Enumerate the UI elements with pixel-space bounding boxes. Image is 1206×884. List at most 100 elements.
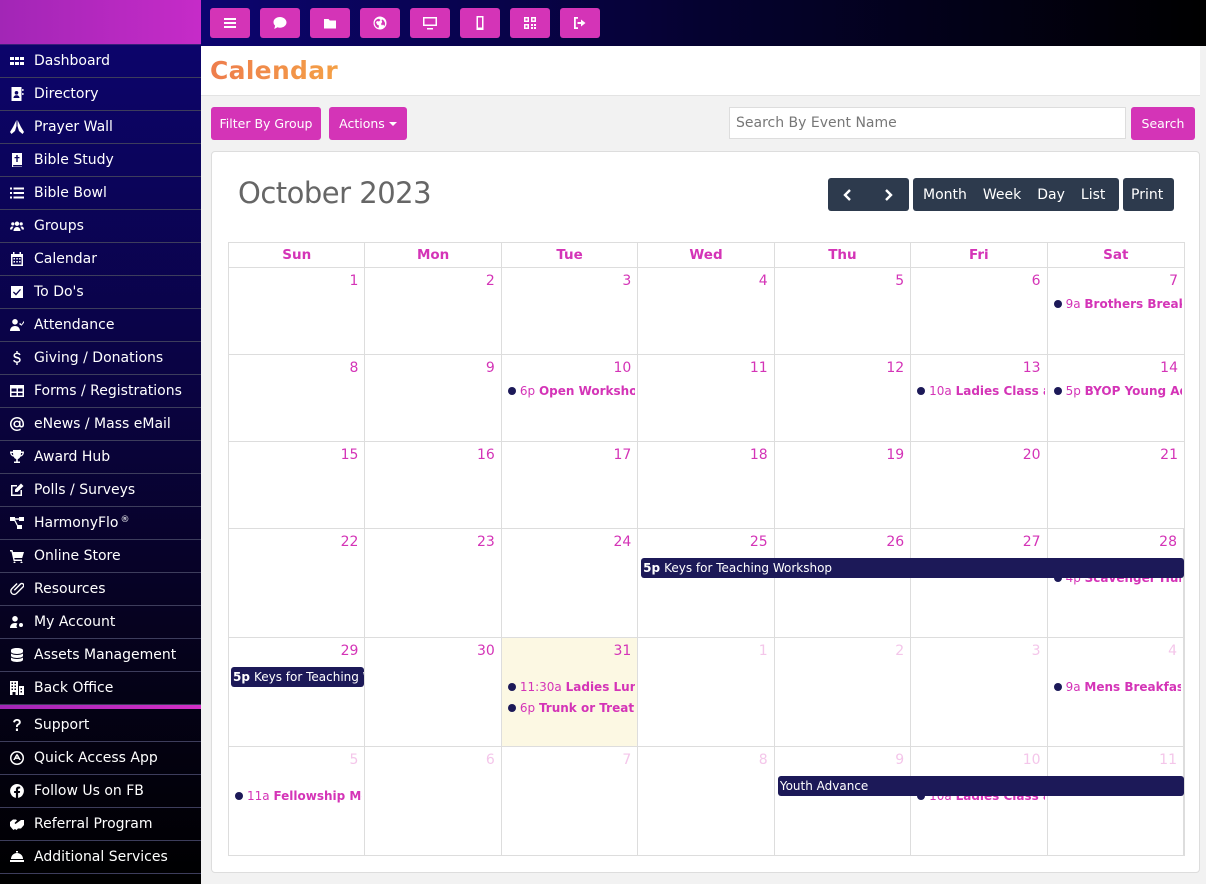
day-cell[interactable]: 8	[638, 747, 775, 855]
calendar-event[interactable]: 9a Brothers Breakfast	[1053, 297, 1182, 311]
day-number[interactable]: 8	[759, 752, 768, 768]
day-cell-today[interactable]: 31 11:30a Ladies Luncheon 6p Trunk or Trea…	[501, 638, 639, 746]
day-number[interactable]: 4	[759, 273, 768, 289]
day-number[interactable]: 5	[895, 273, 904, 289]
calendar-event-bar[interactable]: 5pKeys for Teaching Workshop	[641, 558, 1184, 578]
day-cell[interactable]: 24	[502, 529, 639, 637]
day-cell[interactable]: 9	[365, 355, 502, 441]
day-number[interactable]: 22	[341, 534, 359, 550]
day-cell[interactable]: 21	[1048, 442, 1184, 528]
day-cell[interactable]: 27	[911, 529, 1048, 637]
day-number[interactable]: 14	[1160, 360, 1178, 376]
day-cell[interactable]: 2	[365, 268, 502, 354]
day-cell[interactable]: 20	[911, 442, 1048, 528]
chat-button[interactable]	[260, 8, 300, 38]
sidebar-item-online-store[interactable]: Online Store	[0, 540, 201, 573]
calendar-event[interactable]: 6p Open Workshop	[507, 384, 635, 398]
sidebar-item-polls-surveys[interactable]: Polls / Surveys	[0, 474, 201, 507]
day-cell[interactable]: 5 11a Fellowship Meeting	[229, 747, 366, 855]
sidebar-item-giving-donations[interactable]: Giving / Donations	[0, 342, 201, 375]
calendar-event[interactable]: 9a Mens Breakfast	[1053, 680, 1181, 694]
sidebar-item-award-hub[interactable]: Award Hub	[0, 441, 201, 474]
day-number[interactable]: 7	[622, 752, 631, 768]
day-number[interactable]: 20	[1023, 447, 1041, 463]
sidebar-item-resources[interactable]: Resources	[0, 573, 201, 606]
sidebar-item-bible-study[interactable]: Bible Study	[0, 144, 201, 177]
day-cell[interactable]: 11	[1048, 747, 1184, 855]
day-cell[interactable]: 13 10a Ladies Class at the	[911, 355, 1048, 441]
day-cell[interactable]: 12	[775, 355, 912, 441]
filter-by-group-button[interactable]: Filter By Group	[211, 107, 321, 140]
day-cell[interactable]: 5	[775, 268, 912, 354]
calendar-event[interactable]: 11:30a Ladies Luncheon	[507, 680, 635, 694]
sidebar-item-directory[interactable]: Directory	[0, 78, 201, 111]
day-number[interactable]: 9	[895, 752, 904, 768]
day-number[interactable]: 25	[750, 534, 768, 550]
day-number[interactable]: 11	[750, 360, 768, 376]
day-number[interactable]: 31	[613, 643, 631, 659]
day-number[interactable]: 18	[750, 447, 768, 463]
day-number[interactable]: 16	[477, 447, 495, 463]
day-number[interactable]: 15	[341, 447, 359, 463]
day-cell[interactable]: 6	[365, 747, 502, 855]
day-number[interactable]: 4	[1168, 643, 1177, 659]
day-cell[interactable]: 19	[775, 442, 912, 528]
day-number[interactable]: 3	[622, 273, 631, 289]
day-cell[interactable]: 3	[911, 638, 1048, 746]
day-number[interactable]: 27	[1023, 534, 1041, 550]
day-number[interactable]: 2	[895, 643, 904, 659]
day-cell[interactable]: 18	[638, 442, 775, 528]
day-number[interactable]: 7	[1169, 273, 1178, 289]
day-number[interactable]: 11	[1159, 752, 1177, 768]
calendar-event-bar[interactable]: Youth Advance	[777, 776, 1184, 796]
event-search-input[interactable]	[729, 107, 1126, 139]
day-number[interactable]: 6	[1032, 273, 1041, 289]
day-cell[interactable]: 17	[502, 442, 639, 528]
day-number[interactable]: 5	[350, 752, 359, 768]
sidebar-item-groups[interactable]: Groups	[0, 210, 201, 243]
day-number[interactable]: 10	[613, 360, 631, 376]
day-cell[interactable]: 3	[502, 268, 639, 354]
sidebar-item-additional-services[interactable]: Additional Services	[0, 841, 201, 874]
day-cell[interactable]: 7 9a Brothers Breakfast	[1048, 268, 1184, 354]
calendar-event-bar[interactable]: 5pKeys for Teaching Workshop	[231, 667, 364, 687]
day-cell[interactable]: 23	[365, 529, 502, 637]
day-cell[interactable]: 6	[911, 268, 1048, 354]
menu-button[interactable]	[210, 8, 250, 38]
sidebar-item-prayer-wall[interactable]: Prayer Wall	[0, 111, 201, 144]
print-button[interactable]: Print	[1123, 178, 1171, 211]
view-month-button[interactable]: Month	[915, 178, 975, 211]
day-cell[interactable]: 7	[502, 747, 639, 855]
day-cell[interactable]: 4 9a Mens Breakfast	[1048, 638, 1184, 746]
calendar-event[interactable]: 5p BYOP Young Adults	[1053, 384, 1182, 398]
day-number[interactable]: 29	[341, 643, 359, 659]
day-number[interactable]: 21	[1160, 447, 1178, 463]
web-button[interactable]	[360, 8, 400, 38]
sidebar-item-support[interactable]: Support	[0, 709, 201, 742]
day-cell[interactable]: 14 5p BYOP Young Adults	[1048, 355, 1184, 441]
day-cell[interactable]: 25	[638, 529, 775, 637]
mobile-button[interactable]	[460, 8, 500, 38]
files-button[interactable]	[310, 8, 350, 38]
sidebar-item-to-do-s[interactable]: To Do's	[0, 276, 201, 309]
day-number[interactable]: 9	[486, 360, 495, 376]
day-number[interactable]: 10	[1023, 752, 1041, 768]
day-number[interactable]: 1	[759, 643, 768, 659]
day-cell[interactable]: 16	[365, 442, 502, 528]
day-cell[interactable]: 1	[638, 638, 775, 746]
desktop-button[interactable]	[410, 8, 450, 38]
day-cell[interactable]: 22	[229, 529, 366, 637]
sidebar-item-my-account[interactable]: My Account	[0, 606, 201, 639]
sidebar-item-forms-registrations[interactable]: Forms / Registrations	[0, 375, 201, 408]
calendar-event[interactable]: 10a Ladies Class at the	[917, 384, 1045, 398]
view-list-button[interactable]: List	[1073, 178, 1113, 211]
sidebar-item-bible-bowl[interactable]: Bible Bowl	[0, 177, 201, 210]
day-cell[interactable]: 284p Scavenger Hunt	[1048, 529, 1184, 637]
sidebar-item-harmonyflo[interactable]: HarmonyFlo ®	[0, 507, 201, 540]
sidebar-item-quick-access-app[interactable]: Quick Access App	[0, 742, 201, 775]
day-number[interactable]: 19	[886, 447, 904, 463]
day-number[interactable]: 17	[613, 447, 631, 463]
day-number[interactable]: 26	[886, 534, 904, 550]
day-cell[interactable]: 4	[638, 268, 775, 354]
day-cell[interactable]: 29	[229, 638, 366, 746]
